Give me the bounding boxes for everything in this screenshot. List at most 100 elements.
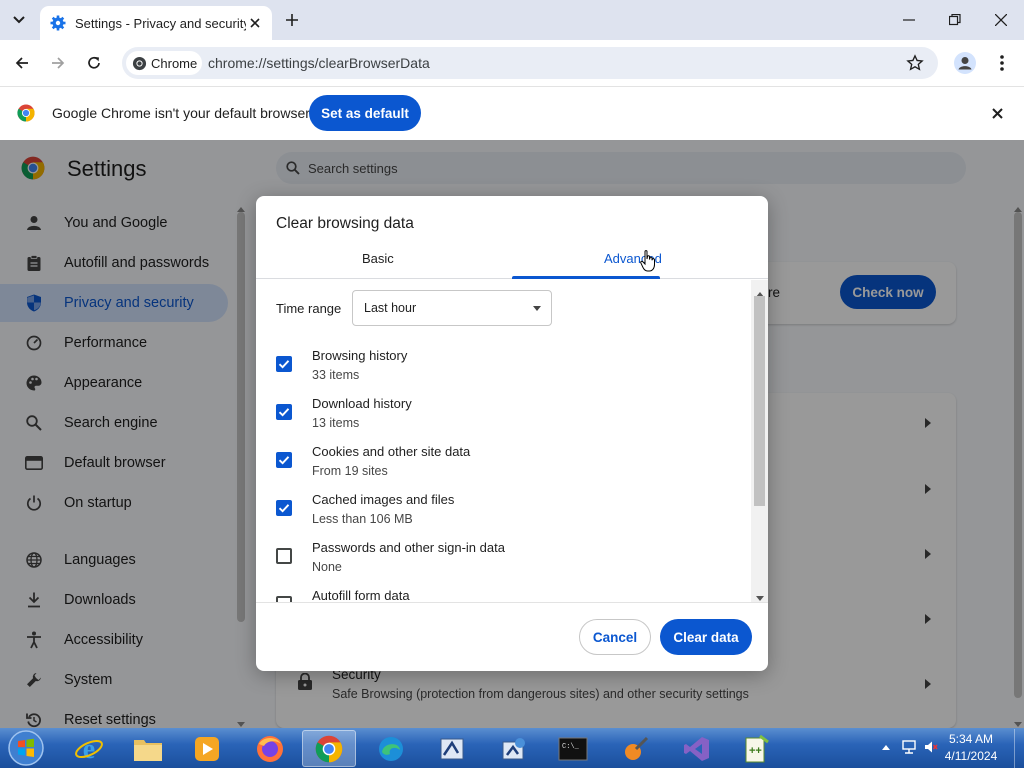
cancel-button[interactable]: Cancel [579, 619, 651, 655]
dialog-title: Clear browsing data [276, 215, 414, 232]
option-download-history[interactable]: Download history 13 items [276, 396, 746, 444]
url-text[interactable]: chrome://settings/clearBrowserData [208, 55, 430, 71]
infobar-close-button[interactable] [988, 104, 1006, 122]
dialog-content: Time range Last hour Browsing history 33… [256, 280, 768, 602]
taskbar-visual-studio[interactable] [670, 730, 724, 767]
option-subtitle: 33 items [312, 368, 360, 382]
taskbar-edge[interactable] [364, 730, 418, 767]
taskbar-internet-explorer[interactable]: e [62, 730, 116, 767]
svg-text:C:\_: C:\_ [562, 743, 580, 751]
minimize-icon [903, 19, 915, 21]
option-autofill[interactable]: Autofill form data [276, 588, 746, 602]
checkbox-checked[interactable] [276, 404, 292, 420]
taskbar-command-prompt[interactable]: C:\_ [546, 730, 600, 767]
taskbar-media-player[interactable] [180, 730, 234, 767]
dropdown-arrow-icon [533, 306, 541, 311]
tab-search-button[interactable] [6, 8, 32, 32]
taskbar-paint[interactable] [609, 730, 663, 767]
option-title: Cached images and files [312, 492, 455, 507]
tab-basic[interactable]: Basic [362, 251, 394, 266]
start-button[interactable] [7, 729, 45, 767]
clock-date: 4/11/2024 [944, 749, 998, 763]
taskbar-file-explorer[interactable] [121, 730, 175, 767]
option-title: Download history [312, 396, 412, 411]
new-tab-button[interactable] [282, 10, 302, 30]
chip-label: Chrome [151, 55, 198, 71]
visual-studio-icon [684, 736, 709, 761]
taskbar-notepad-plus-plus[interactable]: ++ [729, 730, 783, 767]
time-range-value: Last hour [364, 301, 417, 315]
checkbox-checked[interactable] [276, 356, 292, 372]
media-player-icon [195, 736, 219, 761]
forward-button[interactable] [45, 50, 71, 76]
option-subtitle: From 19 sites [312, 464, 388, 478]
minimize-button[interactable] [894, 8, 924, 32]
time-range-select[interactable]: Last hour [352, 290, 552, 326]
option-cookies[interactable]: Cookies and other site data From 19 site… [276, 444, 746, 492]
show-desktop-button[interactable] [1014, 729, 1024, 768]
checkmark-icon [278, 504, 290, 513]
folder-icon [134, 739, 162, 761]
taskbar-app-1[interactable] [425, 730, 479, 767]
option-title: Autofill form data [312, 588, 410, 602]
chrome-menu-button[interactable] [990, 50, 1014, 76]
close-tab-icon[interactable] [246, 14, 264, 32]
reload-button[interactable] [81, 50, 107, 76]
application-icon [502, 737, 525, 759]
option-subtitle: None [312, 560, 342, 574]
taskbar-chrome[interactable] [302, 730, 356, 767]
checkmark-icon [278, 456, 290, 465]
clear-data-button[interactable]: Clear data [660, 619, 752, 655]
infobar-message: Google Chrome isn't your default browser [52, 105, 310, 121]
back-button[interactable] [9, 50, 35, 76]
time-range-label: Time range [276, 301, 342, 316]
gear-icon [50, 15, 66, 31]
option-title: Cookies and other site data [312, 444, 471, 459]
chrome-logo-icon [315, 735, 343, 762]
network-icon[interactable] [902, 740, 916, 754]
chrome-logo-icon [17, 104, 35, 125]
close-window-button[interactable] [986, 8, 1016, 32]
active-tab-indicator [512, 276, 660, 279]
site-info-chip[interactable]: Chrome [126, 51, 202, 75]
star-icon [906, 54, 924, 71]
close-icon [995, 14, 1007, 26]
profile-button[interactable] [952, 50, 978, 76]
application-icon [440, 738, 464, 759]
chrome-logo-icon [132, 56, 147, 70]
reload-icon [88, 56, 100, 69]
taskbar-app-2[interactable] [487, 730, 541, 767]
show-hidden-icons-arrow[interactable] [879, 740, 893, 754]
clear-browsing-data-dialog: Clear browsing data Basic Advanced Time … [256, 196, 768, 671]
bookmark-star-button[interactable] [904, 52, 926, 74]
option-subtitle: 13 items [312, 416, 360, 430]
terminal-icon: C:\_ [558, 737, 588, 760]
taskbar-firefox[interactable] [243, 730, 297, 767]
avatar-icon [954, 52, 976, 74]
option-title: Passwords and other sign-in data [312, 540, 505, 555]
checkmark-icon [278, 360, 290, 369]
restore-button[interactable] [940, 8, 970, 32]
svg-text:e: e [83, 734, 95, 764]
tab-settings[interactable]: Settings - Privacy and security [40, 6, 272, 40]
edge-icon [379, 736, 403, 761]
dialog-scroll-thumb[interactable] [754, 296, 765, 506]
checkbox-unchecked[interactable] [276, 548, 292, 564]
hand-cursor-icon [640, 250, 656, 275]
firefox-icon [257, 735, 283, 762]
system-clock[interactable]: 5:34 AM 4/11/2024 [938, 731, 1004, 765]
option-browsing-history[interactable]: Browsing history 33 items [276, 348, 746, 396]
internet-explorer-icon: e [75, 734, 103, 764]
option-subtitle: Less than 106 MB [312, 512, 413, 526]
dialog-footer-divider [256, 602, 768, 603]
set-as-default-button[interactable]: Set as default [309, 95, 421, 131]
svg-text:++: ++ [749, 745, 762, 757]
option-title: Browsing history [312, 348, 408, 363]
volume-muted-icon[interactable] [924, 740, 938, 754]
option-cached-images[interactable]: Cached images and files Less than 106 MB [276, 492, 746, 540]
chevron-down-icon [13, 16, 25, 24]
checkbox-checked[interactable] [276, 500, 292, 516]
paint-icon [625, 736, 649, 760]
checkbox-checked[interactable] [276, 452, 292, 468]
option-passwords[interactable]: Passwords and other sign-in data None [276, 540, 746, 588]
